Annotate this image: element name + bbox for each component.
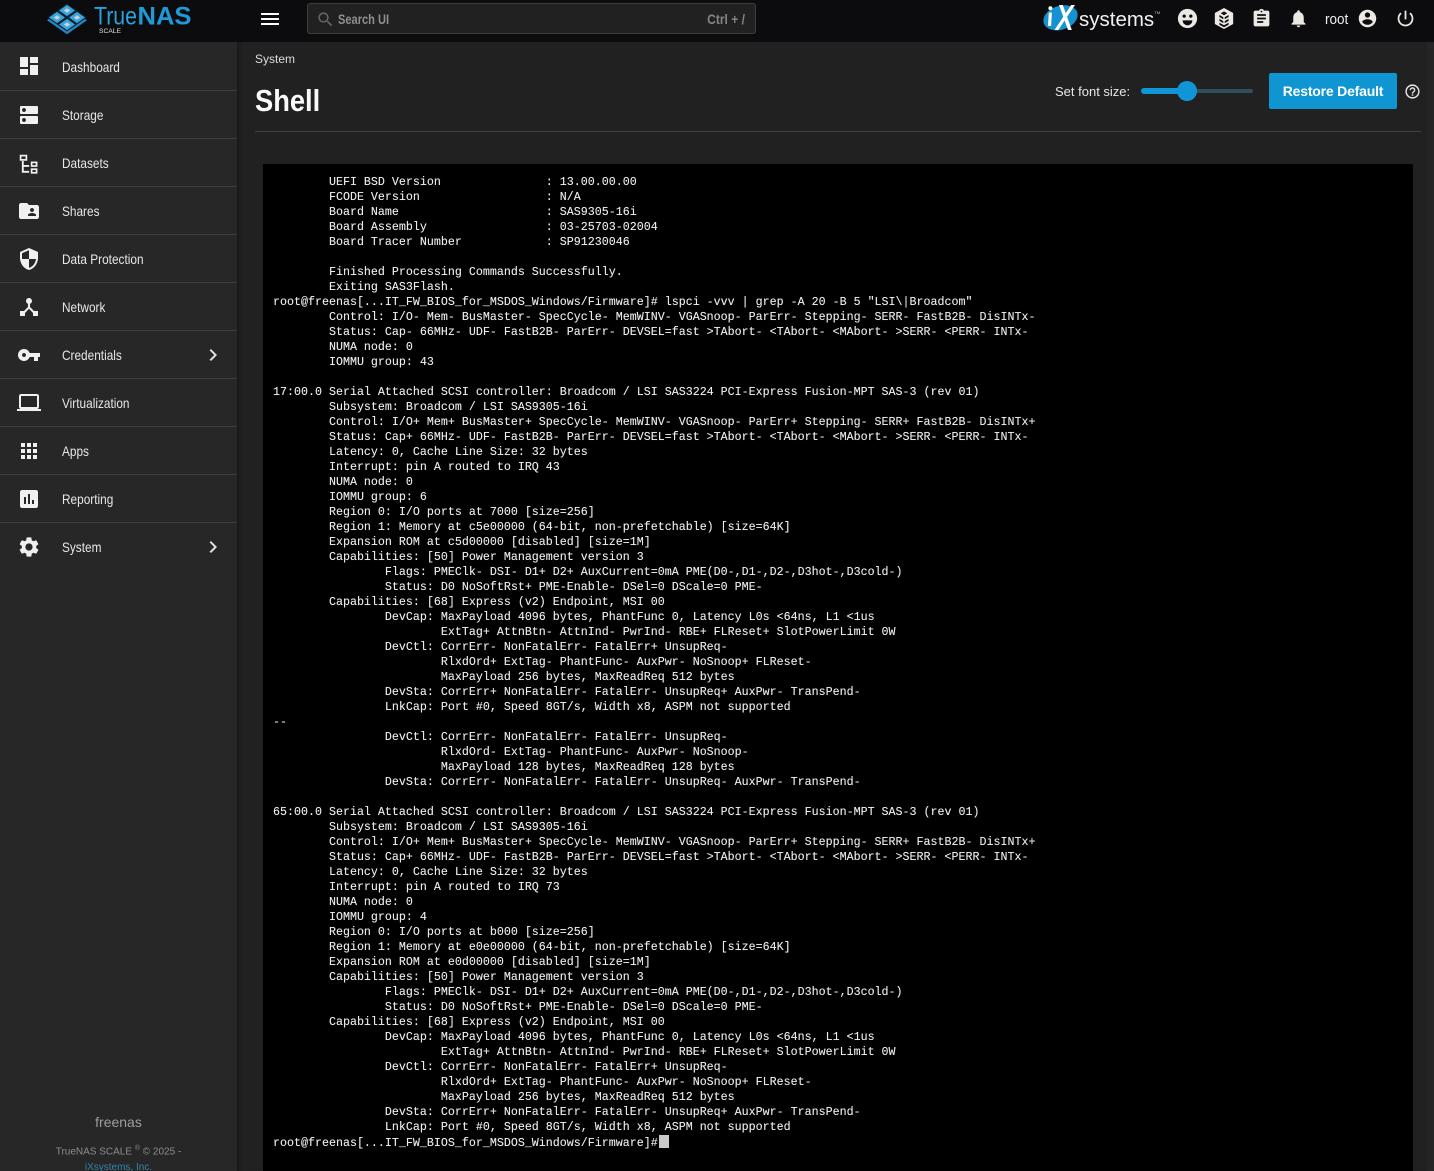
svg-text:™: ™ bbox=[1154, 11, 1161, 18]
svg-text:True: True bbox=[94, 3, 137, 31]
svg-text:systems: systems bbox=[1079, 8, 1154, 31]
svg-text:NAS: NAS bbox=[138, 3, 192, 31]
svg-text:SCALE: SCALE bbox=[99, 28, 122, 35]
